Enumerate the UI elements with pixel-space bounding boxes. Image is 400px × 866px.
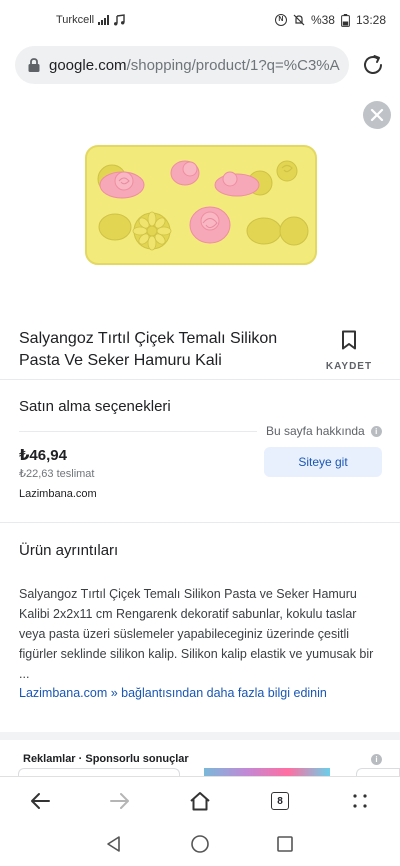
divider	[0, 379, 400, 380]
lock-icon	[28, 58, 40, 72]
system-home-icon[interactable]	[190, 834, 210, 854]
clock: 13:28	[355, 13, 386, 27]
mute-bell-icon	[293, 14, 305, 26]
sponsored-label: Reklamlar · Sponsorlu sonuçlar	[23, 753, 189, 765]
ad-card[interactable]	[356, 768, 400, 776]
address-bar[interactable]: google.com/shopping/product/1?q=%C3%A	[15, 46, 349, 84]
info-icon: i	[370, 425, 382, 437]
buying-options-title: Satın alma seçenekleri	[19, 398, 171, 415]
status-right: N %38 13:28	[274, 13, 386, 27]
system-back-icon[interactable]	[104, 834, 124, 854]
divider	[0, 522, 400, 523]
save-label: KAYDET	[325, 361, 373, 372]
reload-icon[interactable]	[361, 53, 385, 77]
offer-price: ₺46,94	[19, 447, 67, 464]
battery-icon	[341, 13, 350, 27]
address-bar-row: google.com/shopping/product/1?q=%C3%A	[0, 46, 400, 84]
merchant-more-info-link[interactable]: Lazimbana.com » bağlantısından daha fazl…	[19, 686, 327, 700]
product-details-title: Ürün ayrıntıları	[19, 542, 119, 559]
battery-level: %38	[310, 13, 335, 27]
menu-icon	[353, 794, 367, 808]
music-note-icon	[114, 14, 125, 26]
browser-toolbar: 8	[0, 776, 400, 824]
home-button[interactable]	[188, 789, 212, 813]
product-image	[85, 145, 317, 265]
about-page-link[interactable]: Bu sayfa hakkında i	[266, 424, 382, 438]
back-button[interactable]	[28, 789, 52, 813]
forward-icon	[110, 793, 129, 809]
system-recents-icon[interactable]	[275, 834, 295, 854]
ad-card-image[interactable]	[204, 768, 330, 776]
forward-button[interactable]	[108, 789, 132, 813]
home-icon	[190, 792, 210, 811]
url-path: /shopping/product/1?q=%C3%A	[126, 56, 340, 74]
offer-divider	[19, 431, 257, 432]
back-icon	[31, 793, 50, 809]
merchant-name: Lazimbana.com	[19, 488, 97, 500]
offer-shipping: ₺22,63 teslimat	[19, 468, 95, 480]
menu-button[interactable]	[348, 789, 372, 813]
close-icon	[370, 108, 384, 122]
nfc-icon: N	[274, 14, 287, 26]
status-bar: Turkcell N %38 13:28	[0, 0, 400, 40]
bookmark-icon	[342, 330, 356, 350]
about-page-label: Bu sayfa hakkında	[266, 424, 365, 438]
status-left: Turkcell	[56, 14, 125, 26]
ads-info-icon[interactable]: i	[371, 754, 382, 765]
signal-icon	[98, 15, 110, 25]
visit-site-button[interactable]: Siteye git	[264, 447, 382, 477]
save-button[interactable]: KAYDET	[325, 330, 373, 372]
product-title: Salyangoz Tırtıl Çiçek Temalı Silikon Pa…	[19, 330, 278, 369]
carrier-name: Turkcell	[56, 14, 95, 26]
tabs-button[interactable]: 8	[268, 789, 292, 813]
product-description: Salyangoz Tırtıl Çiçek Temalı Silikon Pa…	[19, 587, 374, 681]
url-host: google.com	[49, 56, 127, 74]
ad-card[interactable]	[18, 768, 180, 776]
close-button[interactable]	[363, 101, 391, 129]
tab-count: 8	[271, 792, 289, 810]
system-navigation-bar	[0, 824, 400, 866]
